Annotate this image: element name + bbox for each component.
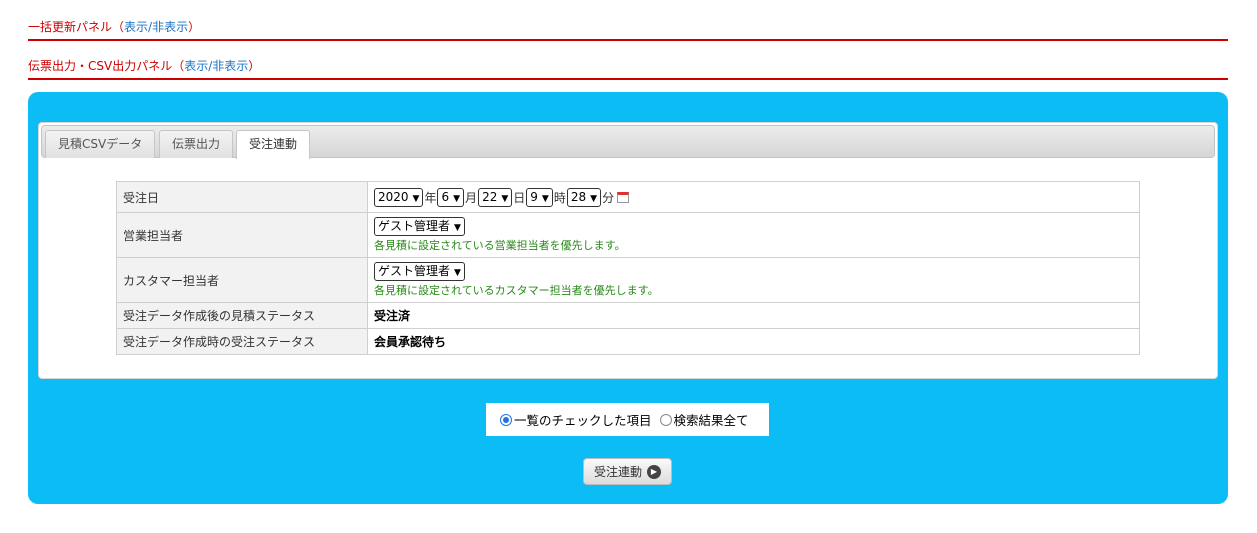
month-unit: 月 xyxy=(465,190,478,205)
year-unit: 年 xyxy=(424,190,437,205)
customer-rep-label: カスタマー担当者 xyxy=(116,257,368,303)
paren-close: ） xyxy=(188,20,201,34)
tab-slip-output[interactable]: 伝票出力 xyxy=(159,130,234,158)
table-row: カスタマー担当者 ゲスト管理者 ▼ 各見積に設定されているカスタマー担当者を優先し… xyxy=(116,257,1140,303)
quote-status-after-value: 受注済 xyxy=(367,302,1140,329)
table-row: 受注データ作成時の受注ステータス 会員承認待ち xyxy=(116,328,1140,355)
submit-label: 受注連動 xyxy=(593,465,642,479)
minute-unit: 分 xyxy=(602,190,615,205)
tab-quote-csv[interactable]: 見積CSVデータ xyxy=(45,130,156,158)
slip-csv-panel-title: 伝票出力・CSV出力パネル xyxy=(28,59,173,73)
tab-bar: 見積CSVデータ 伝票出力 受注連動 xyxy=(41,125,1215,159)
order-date-label: 受注日 xyxy=(116,181,368,213)
paren-open: （ xyxy=(172,59,185,73)
all-results-radio[interactable] xyxy=(659,413,672,426)
tab-container: 見積CSVデータ 伝票出力 受注連動 受注日 2020 ▼ 年 6 ▼ 月 22 ▼ 日 9 ▼ 時 2… xyxy=(38,122,1218,379)
chevron-down-icon: ▼ xyxy=(454,268,461,278)
chevron-down-icon: ▼ xyxy=(501,193,509,204)
paren-close: ） xyxy=(248,59,261,73)
table-row: 営業担当者 ゲスト管理者 ▼ 各見積に設定されている営業担当者を優先します。 xyxy=(116,212,1140,258)
paren-open: （ xyxy=(112,20,125,34)
quote-status-after-label: 受注データ作成後の見積ステータス xyxy=(116,302,368,329)
day-select[interactable]: 22 ▼ xyxy=(478,187,513,207)
chevron-down-icon: ▼ xyxy=(541,193,549,204)
order-status-on-create-label: 受注データ作成時の受注ステータス xyxy=(116,328,368,355)
calendar-icon[interactable] xyxy=(617,191,630,203)
chevron-down-icon: ▼ xyxy=(453,193,461,204)
checked-items-label[interactable]: 一覧のチェックした項目 xyxy=(514,410,652,429)
slip-csv-panel: 見積CSVデータ 伝票出力 受注連動 受注日 2020 ▼ 年 6 ▼ 月 22 ▼ 日 9 ▼ 時 2… xyxy=(28,92,1228,504)
hour-select[interactable]: 9 ▼ xyxy=(526,187,553,207)
checked-items-radio[interactable] xyxy=(500,413,512,426)
customer-rep-select[interactable]: ゲスト管理者 ▼ xyxy=(374,262,465,281)
day-unit: 日 xyxy=(513,190,526,205)
chevron-down-icon: ▼ xyxy=(454,223,461,233)
chevron-down-icon: ▼ xyxy=(590,193,598,204)
table-row: 受注データ作成後の見積ステータス 受注済 xyxy=(116,302,1140,329)
sales-rep-value: ゲスト管理者 ▼ 各見積に設定されている営業担当者を優先します。 xyxy=(367,212,1140,258)
minute-select[interactable]: 28 ▼ xyxy=(566,187,602,207)
bulk-update-panel-header: 一括更新パネル（表示/非表示） xyxy=(28,18,1228,41)
chevron-down-icon: ▼ xyxy=(412,193,420,204)
sales-rep-note: 各見積に設定されている営業担当者を優先します。 xyxy=(374,239,626,252)
order-link-form: 受注日 2020 ▼ 年 6 ▼ 月 22 ▼ 日 9 ▼ 時 28 ▼ 分 営業担当者 ゲスト管理者 ▼ 各… xyxy=(116,181,1140,355)
month-select[interactable]: 6 ▼ xyxy=(437,187,465,207)
order-date-value: 2020 ▼ 年 6 ▼ 月 22 ▼ 日 9 ▼ 時 28 ▼ 分 xyxy=(367,181,1140,213)
tab-order-link[interactable]: 受注連動 xyxy=(236,130,311,159)
order-status-on-create-value: 会員承認待ち xyxy=(367,328,1140,355)
table-row: 受注日 2020 ▼ 年 6 ▼ 月 22 ▼ 日 9 ▼ 時 28 ▼ 分 xyxy=(116,181,1140,213)
hour-unit: 時 xyxy=(553,190,566,205)
order-link-submit-button[interactable]: 受注連動 ▶ xyxy=(583,458,672,485)
slip-csv-toggle-link[interactable]: 表示/非表示 xyxy=(184,59,248,73)
all-results-label[interactable]: 検索結果全て xyxy=(674,410,749,429)
sales-rep-label: 営業担当者 xyxy=(116,212,368,258)
bulk-update-panel-title: 一括更新パネル xyxy=(28,20,113,34)
arrow-right-circle-icon: ▶ xyxy=(647,464,661,479)
bulk-update-toggle-link[interactable]: 表示/非表示 xyxy=(124,20,188,34)
sales-rep-select[interactable]: ゲスト管理者 ▼ xyxy=(374,217,465,236)
customer-rep-note: 各見積に設定されているカスタマー担当者を優先します。 xyxy=(374,284,659,297)
slip-csv-panel-header: 伝票出力・CSV出力パネル（表示/非表示） xyxy=(28,57,1228,80)
year-select[interactable]: 2020 ▼ xyxy=(374,187,424,207)
scope-radio-group: 一覧のチェックした項目 検索結果全て xyxy=(486,403,769,436)
customer-rep-value: ゲスト管理者 ▼ 各見積に設定されているカスタマー担当者を優先します。 xyxy=(367,257,1140,303)
